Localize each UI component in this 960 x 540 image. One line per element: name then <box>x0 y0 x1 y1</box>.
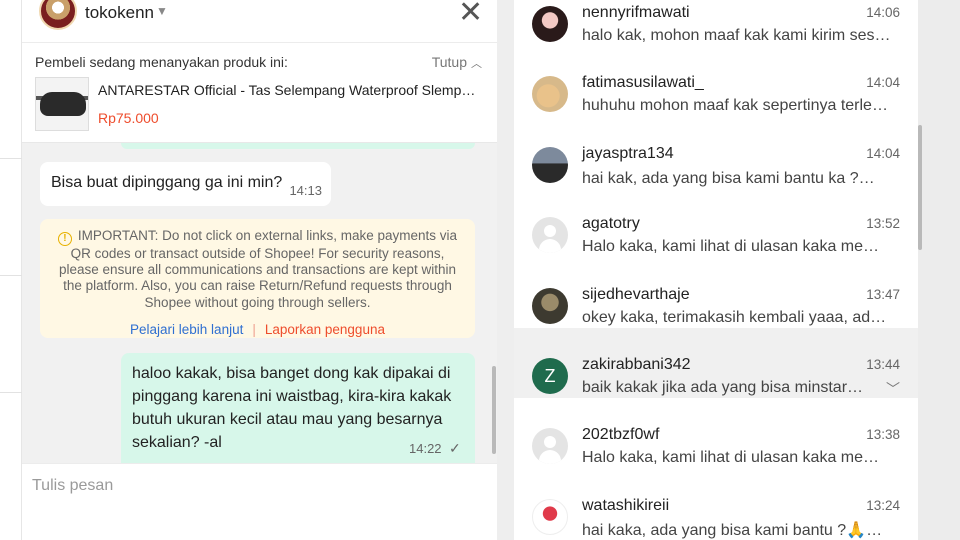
product-price: Rp75.000 <box>98 110 159 126</box>
message-time: 14:13 <box>289 183 322 198</box>
conversation-name: 202tbzf0wf <box>582 426 660 443</box>
product-name[interactable]: ANTARESTAR Official - Tas Selempang Wate… <box>98 82 483 98</box>
conversation-name: zakirabbani342 <box>582 356 691 373</box>
product-thumbnail[interactable] <box>35 77 89 131</box>
chat-window: tokokenn ▼ ✕ Pembeli sedang menanyakan p… <box>22 0 497 540</box>
chevron-down-icon[interactable]: ▼ <box>156 4 168 18</box>
product-inquiry-card: Pembeli sedang menanyakan produk ini: Tu… <box>22 43 497 143</box>
conversation-preview: hai kak, ada yang bisa kami bantu ka ?🥰 … <box>582 170 892 187</box>
conversation-time: 13:38 <box>866 427 900 442</box>
conversation-time: 13:24 <box>866 498 900 513</box>
incoming-message: Bisa buat dipinggang ga ini min? 14:13 <box>40 162 331 206</box>
conversation-item[interactable]: 202tbzf0wf 13:38 Halo kaka, kami lihat di … <box>514 398 918 468</box>
product-card-title: Pembeli sedang menanyakan produk ini: <box>35 54 288 70</box>
avatar <box>532 428 568 464</box>
conversation-item[interactable]: agatotry 13:52 Halo kaka, kami lihat di ul… <box>514 187 918 257</box>
conversation-time: 14:04 <box>866 146 900 161</box>
conversation-name: sijedhevarthaje <box>582 286 690 303</box>
conversation-item[interactable]: nennyrifmawati 14:06 halo kak, mohon maaf … <box>514 0 918 46</box>
close-icon[interactable]: ✕ <box>458 0 483 28</box>
conversation-time: 13:47 <box>866 287 900 302</box>
composer <box>22 463 497 540</box>
message-text: Bisa buat dipinggang ga ini min? <box>51 174 283 191</box>
chevron-up-icon: ︿ <box>471 58 482 70</box>
conversation-name: nennyrifmawati <box>582 4 690 21</box>
conversation-item[interactable]: sijedhevarthaje 13:47 okey kaka, terimakas… <box>514 258 918 328</box>
conversation-preview: halo kak, mohon maaf kak kami kirim sesu… <box>582 27 892 44</box>
page-background-strip <box>0 0 22 540</box>
conversation-name: fatimasusilawati_ <box>582 74 704 91</box>
previous-message-bubble <box>121 143 475 149</box>
conversation-list[interactable]: nennyrifmawati 14:06 halo kak, mohon maaf … <box>514 0 918 540</box>
avatar <box>532 147 568 183</box>
right-gutter <box>918 0 960 540</box>
link-separator: | <box>252 321 256 337</box>
message-list[interactable]: Bisa buat dipinggang ga ini min? 14:13 !… <box>22 143 497 463</box>
conversation-item[interactable]: jayasptra134 14:04 hai kak, ada yang bisa … <box>514 117 918 187</box>
divider <box>0 392 22 393</box>
chevron-down-icon[interactable]: ﹀ <box>886 379 900 399</box>
chat-scrollbar[interactable] <box>492 366 496 454</box>
avatar <box>532 288 568 324</box>
warning-text: IMPORTANT: Do not click on external link… <box>59 228 458 310</box>
conversation-preview: okey kaka, terimakasih kembali yaaa, ada… <box>582 309 892 326</box>
conversation-preview: huhuhu mohon maaf kak sepertinya terlewa… <box>582 97 892 114</box>
message-input[interactable] <box>32 474 487 498</box>
avatar <box>532 499 568 535</box>
avatar <box>532 217 568 253</box>
outgoing-message: haloo kakak, bisa banget dong kak dipaka… <box>121 353 475 463</box>
conversation-item[interactable]: Zzakirabbani342 13:44 baik kakak jika ada … <box>514 328 918 398</box>
conversation-time: 13:44 <box>866 357 900 372</box>
conversation-item[interactable]: fatimasusilawati_ 14:04 huhuhu mohon maaf … <box>514 46 918 116</box>
security-warning: ! IMPORTANT: Do not click on external lin… <box>40 219 475 338</box>
shop-avatar <box>39 0 77 30</box>
conversation-name: watashikireii <box>582 497 670 514</box>
divider <box>0 275 22 276</box>
conversation-preview: Halo kaka, kami lihat di ulasan kaka mem… <box>582 449 892 466</box>
conversation-time: 14:04 <box>866 75 900 90</box>
conversation-name: jayasptra134 <box>582 145 674 162</box>
learn-more-link[interactable]: Pelajari lebih lanjut <box>130 322 243 337</box>
conversation-preview: baik kakak jika ada yang bisa minstar ba… <box>582 379 864 396</box>
report-user-link[interactable]: Laporkan pengguna <box>265 322 385 337</box>
product-card-close-button[interactable]: Tutup ︿ <box>432 54 482 71</box>
info-icon: ! <box>57 232 72 246</box>
close-label: Tutup <box>431 54 467 70</box>
conversation-time: 14:06 <box>866 5 900 20</box>
divider <box>0 158 22 159</box>
avatar <box>532 6 568 42</box>
avatar: Z <box>532 358 568 394</box>
shop-name[interactable]: tokokenn <box>85 3 154 23</box>
check-icon: ✓ <box>449 440 461 456</box>
conversation-preview: Halo kaka, kami lihat di ulasan kaka mem… <box>582 238 892 255</box>
chat-header: tokokenn ▼ ✕ <box>22 0 497 43</box>
message-time: 14:22 <box>409 441 442 456</box>
warning-text-block: ! IMPORTANT: Do not click on external lin… <box>54 228 461 311</box>
conversation-preview: hai kaka, ada yang bisa kami bantu ?🙏🥰 a… <box>582 522 892 539</box>
conversation-item[interactable]: watashikireii 13:24 hai kaka, ada yang bis… <box>514 469 918 539</box>
avatar <box>532 76 568 112</box>
bag-graphic <box>40 92 86 116</box>
warning-links: Pelajari lebih lanjut | Laporkan pengguna <box>54 322 461 338</box>
conversation-time: 13:52 <box>866 216 900 231</box>
conversation-name: agatotry <box>582 215 640 232</box>
conversation-list-scrollbar[interactable] <box>918 125 922 250</box>
